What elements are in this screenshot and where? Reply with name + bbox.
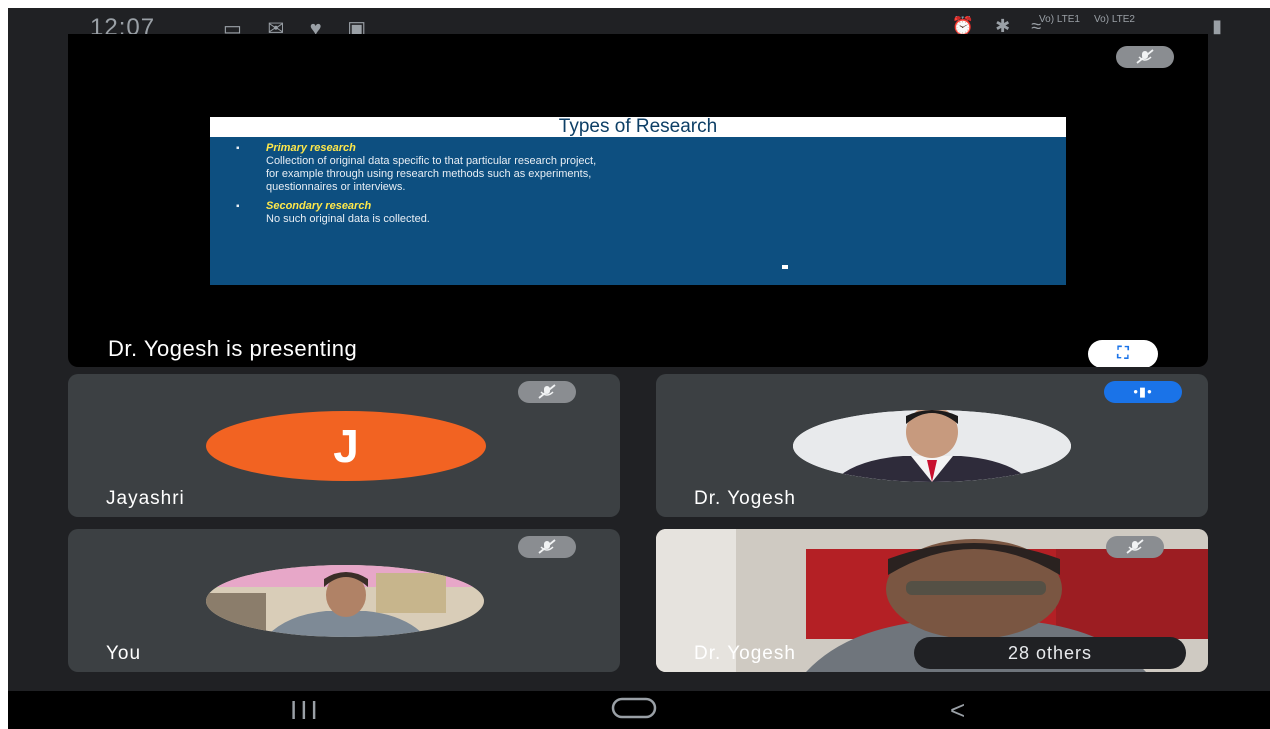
battery-icon: ▮	[1212, 16, 1230, 36]
alarm-icon: ⏰	[951, 16, 983, 36]
muted-mic-icon	[1106, 536, 1164, 558]
back-button[interactable]: <	[950, 695, 965, 726]
wifi-icon: ≈	[1031, 16, 1050, 36]
home-button[interactable]	[611, 693, 657, 729]
slide-bullet: ▪ Secondary research No such original da…	[236, 200, 1056, 226]
slide-bullet-text: for example through using research metho…	[266, 168, 592, 180]
recents-button[interactable]: III	[290, 695, 321, 726]
participant-tile-you[interactable]: You	[68, 529, 620, 672]
others-count-button[interactable]: 28 others	[914, 637, 1186, 669]
slide-bullet-heading: Secondary research	[266, 200, 372, 212]
avatar	[206, 565, 484, 637]
avatar	[793, 410, 1071, 482]
android-nav-bar: III <	[8, 691, 1270, 729]
shared-slide: Types of Research ▪ Primary research Col…	[210, 117, 1066, 285]
phone-screen: 12:07 ▭ ✉ ♥ ▣ Vo) LTE1 Vo) LTE2 ⏰ ✱ ≈ ▮ …	[8, 8, 1270, 729]
slide-bullet-heading: Primary research	[266, 142, 356, 154]
participant-tile-jayashri[interactable]: J Jayashri	[68, 374, 620, 517]
bullet-dot-icon: ▪	[236, 201, 240, 212]
slide-bullet: ▪ Primary research Collection of origina…	[236, 142, 1056, 194]
fullscreen-icon: ⛶	[1117, 345, 1129, 362]
bullet-dot-icon: ▪	[236, 143, 240, 154]
slide-bullet-text: No such original data is collected.	[266, 213, 430, 225]
participant-name: Dr. Yogesh	[694, 643, 796, 664]
slide-bullet-text: Collection of original data specific to …	[266, 155, 597, 167]
participant-name: You	[106, 643, 142, 664]
participant-tile-dr-yogesh-video[interactable]: Dr. Yogesh 28 others	[656, 529, 1208, 672]
slide-title: Types of Research	[210, 117, 1066, 137]
presentation-tile[interactable]: Types of Research ▪ Primary research Col…	[68, 34, 1208, 367]
muted-mic-icon	[518, 381, 576, 403]
slide-cursor-icon	[782, 265, 788, 269]
slide-body: ▪ Primary research Collection of origina…	[210, 137, 1066, 226]
slide-bullet-text: questionnaires or interviews.	[266, 181, 406, 193]
muted-mic-icon	[1116, 46, 1174, 68]
presenting-label: Dr. Yogesh is presenting	[108, 336, 358, 361]
participant-name: Dr. Yogesh	[694, 488, 796, 509]
participant-tile-dr-yogesh[interactable]: •▮• Dr. Yogesh	[656, 374, 1208, 517]
participant-name: Jayashri	[106, 488, 185, 509]
bluetooth-icon: ✱	[995, 16, 1019, 36]
avatar-initial: J	[206, 411, 486, 481]
speaking-indicator-icon: •▮•	[1104, 381, 1182, 403]
fullscreen-button[interactable]: ⛶	[1088, 340, 1158, 367]
muted-mic-icon	[518, 536, 576, 558]
